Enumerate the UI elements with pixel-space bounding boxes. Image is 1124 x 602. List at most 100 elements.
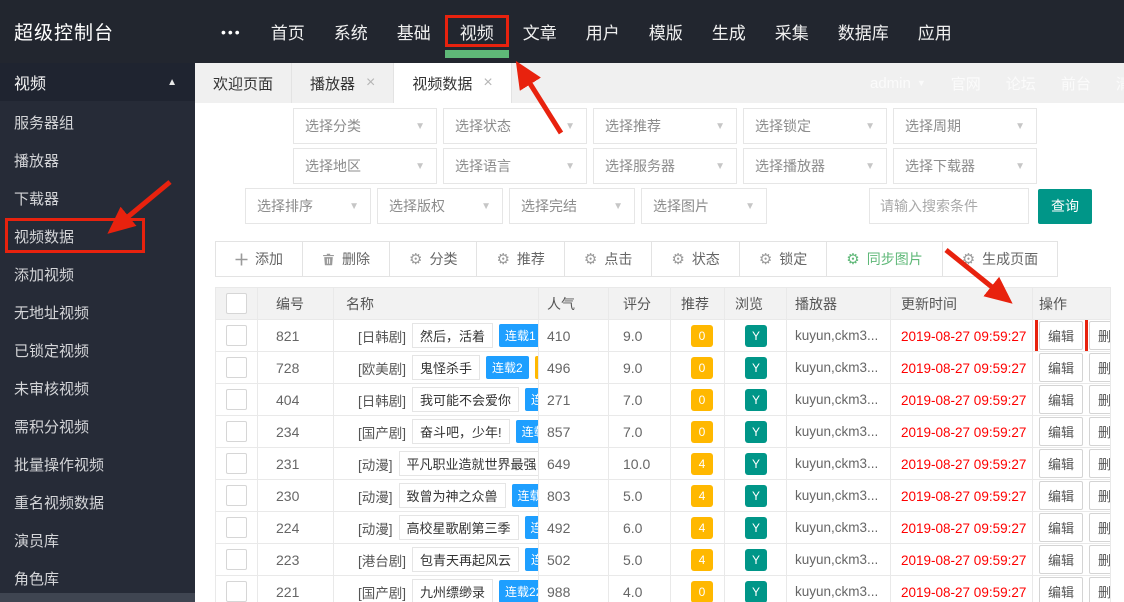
edit-button[interactable]: 编辑 (1039, 513, 1084, 542)
filter-select[interactable]: 选择锁定 ▼ (743, 108, 887, 144)
edit-button[interactable]: 编辑 (1039, 449, 1084, 478)
sidebar-item[interactable]: 下载器 (0, 179, 195, 217)
toolbar-button-gear[interactable]: ⚙ 点击 (564, 242, 653, 276)
edit-button[interactable]: 编辑 (1039, 577, 1084, 602)
edit-button[interactable]: 编辑 (1039, 545, 1084, 574)
filter-select[interactable]: 选择分类 ▼ (293, 108, 437, 144)
filter-select[interactable]: 选择推荐 ▼ (593, 108, 737, 144)
table-row: 231 [动漫] 平凡职业造就世界最强 连... 649 10.0 4 Y ku… (215, 447, 1111, 480)
toolbar-button-gear[interactable]: ⚙ 推荐 (477, 242, 565, 276)
sidebar-item[interactable]: 未审核视频 (0, 369, 195, 407)
row-checkbox[interactable] (226, 581, 247, 602)
edit-button[interactable]: 编辑 (1035, 320, 1089, 351)
header-link[interactable]: 前台 (1061, 73, 1091, 94)
search-input[interactable] (869, 188, 1029, 224)
row-checkbox[interactable] (226, 517, 247, 538)
toolbar-button-trash[interactable]: 删除 (303, 242, 390, 276)
sidebar-item[interactable]: 重名视频数据 (0, 483, 195, 521)
tab-item[interactable]: 欢迎页面 (195, 63, 293, 103)
edit-button[interactable]: 编辑 (1039, 353, 1084, 382)
top-nav-item[interactable]: 应用 (918, 0, 952, 63)
top-nav-item[interactable]: 首页 (271, 0, 305, 63)
sidebar-item[interactable]: 演员库 (0, 521, 195, 559)
filter-select[interactable]: 选择服务器 ▼ (593, 148, 737, 184)
sidebar-item[interactable]: 播放器 (0, 141, 195, 179)
actions-cell: 编辑删除 (1032, 415, 1111, 448)
filter-select[interactable]: 选择图片 ▼ (641, 188, 767, 224)
header-link[interactable]: 论坛 (1006, 73, 1036, 94)
top-nav-item[interactable]: 生成 (712, 0, 746, 63)
top-nav-item[interactable]: 模版 (649, 0, 683, 63)
header-link[interactable]: 官网 (951, 73, 981, 94)
filter-select[interactable]: 选择完结 ▼ (509, 188, 635, 224)
top-nav-item[interactable]: 文章 (523, 0, 557, 63)
sidebar-item[interactable]: 角色库 (0, 559, 195, 597)
edit-button[interactable]: 编辑 (1039, 417, 1084, 446)
tab-item[interactable]: 播放器 × (292, 63, 395, 103)
top-nav-item[interactable]: 采集 (775, 0, 809, 63)
top-nav-item[interactable]: 基础 (397, 0, 431, 63)
toolbar-button-label: 删除 (342, 251, 370, 267)
sidebar-item[interactable]: 添加视频 (0, 255, 195, 293)
toolbar-button-plus[interactable]: 添加 (216, 242, 303, 276)
sidebar-item[interactable]: 服务器组 (0, 103, 195, 141)
delete-button[interactable]: 删除 (1089, 385, 1110, 414)
row-checkbox[interactable] (226, 549, 247, 570)
filter-select[interactable]: 选择下载器 ▼ (893, 148, 1037, 184)
header-link[interactable]: admin ▼ (870, 75, 926, 92)
top-nav-item[interactable]: 系统 (334, 0, 368, 63)
browse-badge: Y (745, 452, 767, 475)
filter-select[interactable]: 选择状态 ▼ (443, 108, 587, 144)
top-nav-item[interactable]: 用户 (586, 0, 620, 63)
update-time: 2019-08-27 09:59:27 (901, 488, 1027, 504)
top-nav-item[interactable]: 数据库 (838, 0, 889, 63)
header-link[interactable]: 清缓存 (1116, 73, 1124, 94)
video-table: 编号 名称 人气 评分 推荐 浏览 播放器 更新时间 操作 821 [日韩剧] 然后，活着 连载… (215, 287, 1111, 602)
delete-button[interactable]: 删除 (1089, 417, 1110, 446)
top-nav-item-label: 应用 (917, 24, 952, 43)
toolbar-button-label: 生成页面 (982, 251, 1039, 267)
row-checkbox[interactable] (226, 453, 247, 474)
toolbar-button-gear[interactable]: ⚙ 同步图片 (827, 242, 943, 276)
score-value: 6.0 (623, 519, 643, 536)
toolbar-button-gear[interactable]: ⚙ 状态 (652, 242, 740, 276)
select-all-checkbox[interactable] (226, 293, 247, 314)
row-checkbox[interactable] (226, 421, 247, 442)
filter-select[interactable]: 选择排序 ▼ (245, 188, 371, 224)
tab-close-icon[interactable]: × (366, 75, 375, 91)
top-nav-item[interactable]: 视频 (444, 0, 509, 63)
video-category: [港台剧] (358, 553, 407, 569)
sidebar-item[interactable]: 视频数据 (0, 217, 195, 255)
row-checkbox[interactable] (226, 325, 247, 346)
tab-close-icon[interactable]: × (483, 75, 492, 91)
toolbar-button-gear[interactable]: ⚙ 分类 (390, 242, 478, 276)
filter-select[interactable]: 选择语言 ▼ (443, 148, 587, 184)
delete-button[interactable]: 删除 (1089, 513, 1110, 542)
delete-button[interactable]: 删除 (1089, 449, 1110, 478)
row-checkbox[interactable] (226, 357, 247, 378)
row-checkbox[interactable] (226, 485, 247, 506)
filter-select[interactable]: 选择周期 ▼ (893, 108, 1037, 144)
delete-button[interactable]: 删除 (1089, 353, 1110, 382)
filter-select[interactable]: 选择地区 ▼ (293, 148, 437, 184)
delete-button[interactable]: 删除 (1089, 321, 1110, 350)
delete-button[interactable]: 删除 (1089, 577, 1110, 602)
sidebar-item[interactable]: 已锁定视频 (0, 331, 195, 369)
more-menu-icon[interactable]: ••• (221, 24, 242, 40)
sidebar-item[interactable]: 需积分视频 (0, 407, 195, 445)
toolbar-button-gear[interactable]: ⚙ 锁定 (739, 242, 828, 276)
row-checkbox[interactable] (226, 389, 247, 410)
sidebar-item[interactable]: 批量操作视频 (0, 445, 195, 483)
delete-button[interactable]: 删除 (1089, 481, 1110, 510)
delete-button[interactable]: 删除 (1089, 545, 1110, 574)
sidebar-section-video[interactable]: 视频 ▲ (0, 63, 195, 101)
browse-badge: Y (745, 516, 767, 539)
tab-item[interactable]: 视频数据 × (394, 63, 512, 103)
filter-select[interactable]: 选择版权 ▼ (377, 188, 503, 224)
edit-button[interactable]: 编辑 (1039, 385, 1084, 414)
filter-select[interactable]: 选择播放器 ▼ (743, 148, 887, 184)
search-button[interactable]: 查询 (1038, 188, 1092, 224)
sidebar-item[interactable]: 无地址视频 (0, 293, 195, 331)
edit-button[interactable]: 编辑 (1039, 481, 1084, 510)
toolbar-button-gear[interactable]: ⚙ 生成页面 (942, 242, 1058, 276)
